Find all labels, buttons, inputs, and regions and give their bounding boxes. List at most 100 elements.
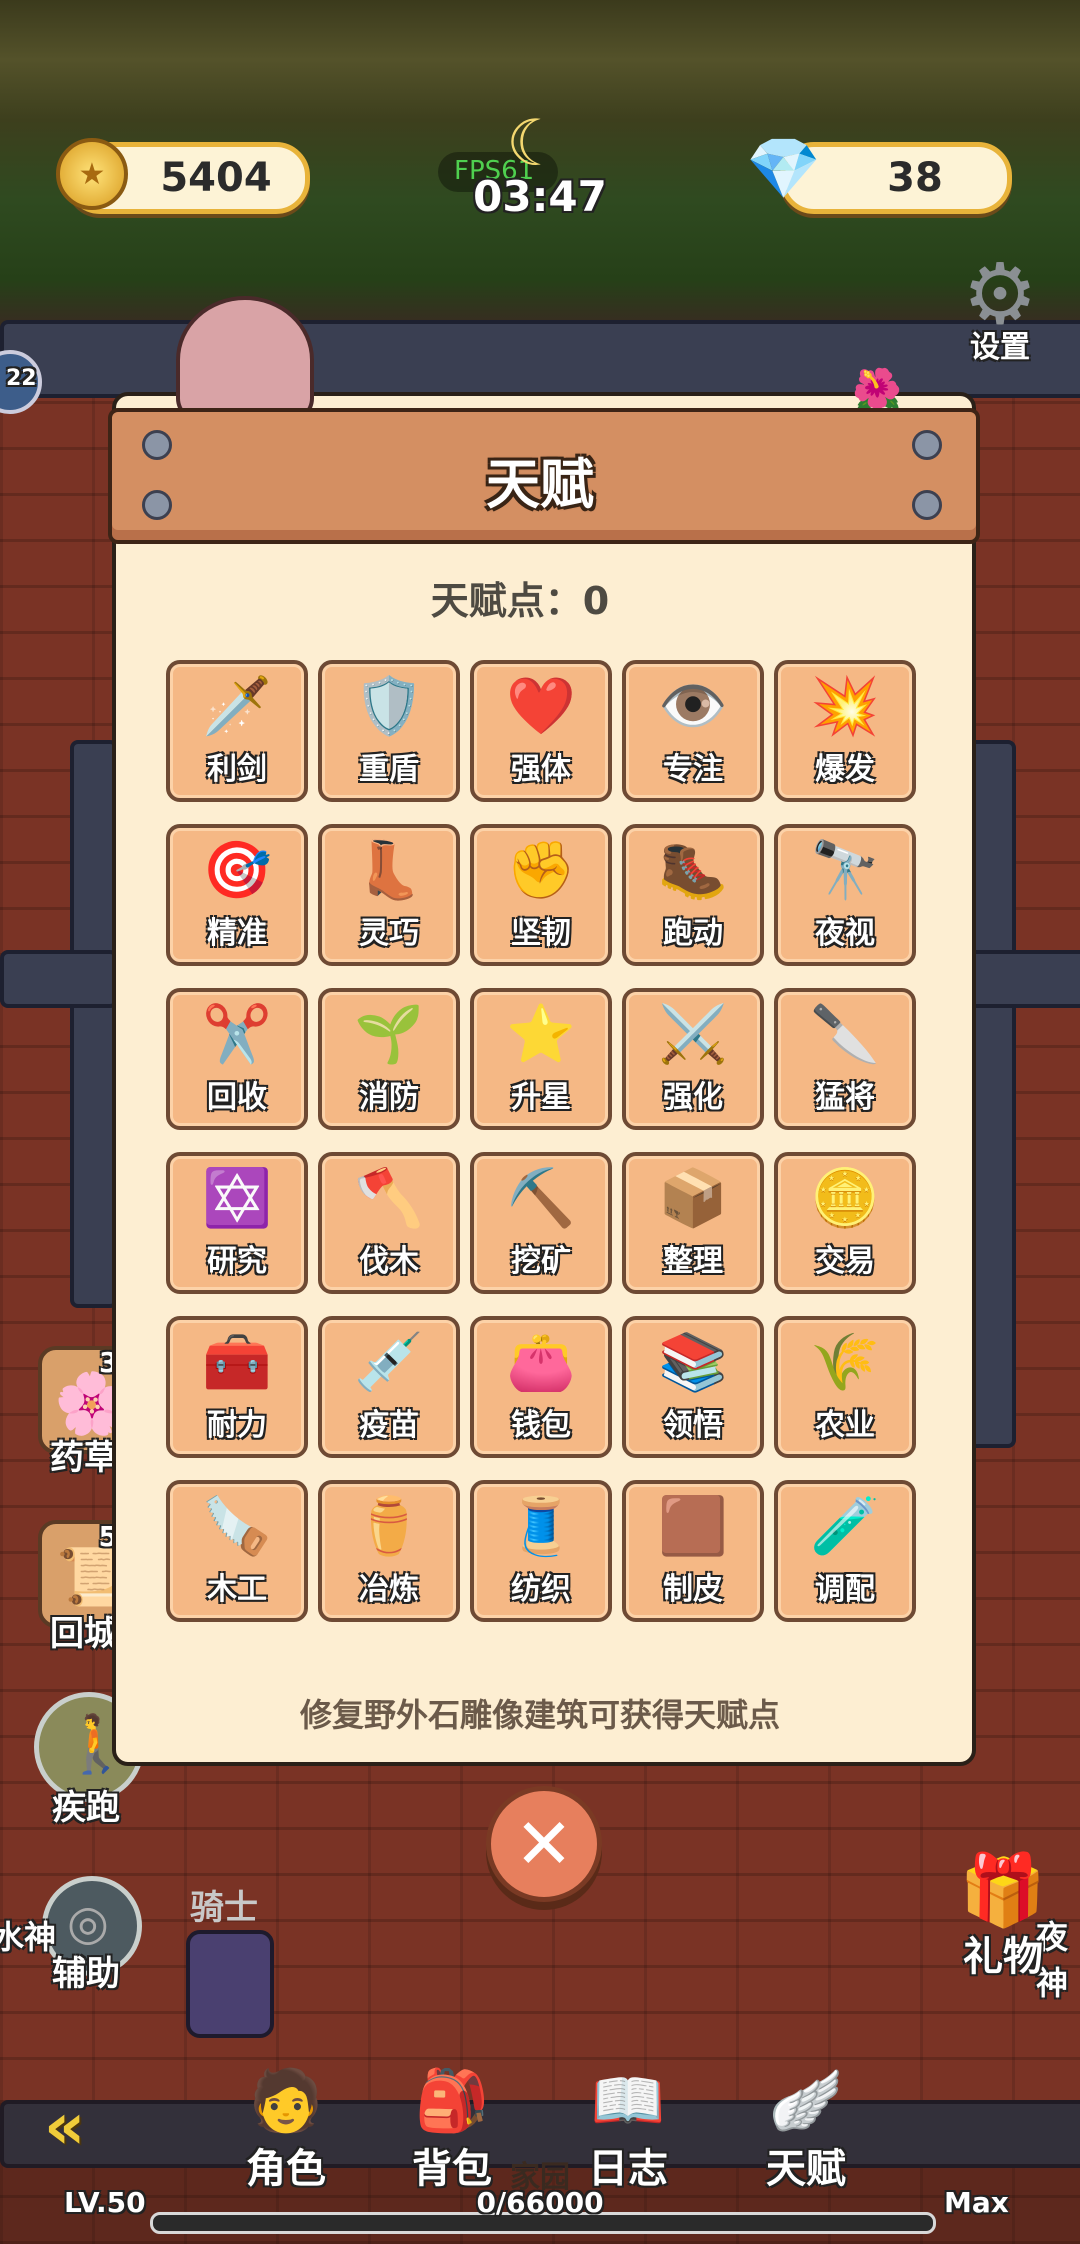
talent-icon: 💥 (810, 674, 880, 739)
talent-tile[interactable]: 🪓 伐木 (318, 1152, 460, 1294)
talent-tile[interactable]: ✡️ 研究 (166, 1152, 308, 1294)
talent-tile[interactable]: 🔪 猛将 (774, 988, 916, 1130)
talent-label: 疫苗 (359, 1408, 419, 1443)
talent-icon: 🥾 (658, 838, 728, 903)
talent-icon: 🔭 (810, 838, 880, 903)
nav-journal[interactable]: 📖 日志 (568, 2066, 688, 2194)
talent-tile[interactable]: ⚱️ 冶炼 (318, 1480, 460, 1622)
winged-shield-icon: 🪽 (768, 2066, 844, 2136)
talent-tile[interactable]: 🔭 夜视 (774, 824, 916, 966)
talent-tile[interactable]: 💥 爆发 (774, 660, 916, 802)
nav-backpack[interactable]: 🎒 背包 (392, 2066, 512, 2194)
talent-tile[interactable]: 🗡️ 利剑 (166, 660, 308, 802)
talent-icon: 🪓 (354, 1166, 424, 1231)
gift-box-icon: 🎁 (959, 1849, 1047, 1931)
talent-tile[interactable]: 📦 整理 (622, 1152, 764, 1294)
talent-label: 木工 (207, 1572, 267, 1607)
dialog-title: 天赋 (486, 453, 594, 516)
talent-label: 升星 (511, 1080, 571, 1115)
talent-icon: 👢 (354, 838, 424, 903)
talent-points: 天赋点：0 (430, 579, 610, 623)
talent-label: 夜视 (815, 916, 875, 951)
nav-talent[interactable]: 🪽 天赋 (746, 2066, 866, 2194)
left-edge-badge-value: 22 (6, 366, 37, 391)
stone-wall-left-ledge (0, 950, 118, 1008)
talent-tile[interactable]: 🪙 交易 (774, 1152, 916, 1294)
talent-label: 跑动 (663, 916, 723, 951)
talent-icon: ❤️ (506, 674, 576, 739)
talent-label: 整理 (663, 1244, 723, 1279)
level-label: LV.50 (64, 2186, 146, 2219)
talent-tile[interactable]: 🪚 木工 (166, 1480, 308, 1622)
talent-tile[interactable]: 🎯 精准 (166, 824, 308, 966)
talent-tile[interactable]: 👢 灵巧 (318, 824, 460, 966)
talent-icon: 🗡️ (202, 674, 272, 739)
talent-tile[interactable]: ✂️ 回收 (166, 988, 308, 1130)
sprint-label: 疾跑 (52, 1788, 120, 1828)
talent-icon: 🪙 (810, 1166, 880, 1231)
gift-button[interactable]: 🎁 礼物 (948, 1850, 1058, 1982)
talent-icon: ⚱️ (354, 1494, 424, 1559)
talent-label: 灵巧 (359, 916, 419, 951)
talent-tile[interactable]: ⚔️ 强化 (622, 988, 764, 1130)
talent-grid: 🗡️ 利剑 🛡️ 重盾 ❤️ 强体 👁️ 专注 💥 爆发 🎯 精准 👢 灵巧 ✊ 坚韧 🥾 跑动 🔭 夜视 ✂️ 回收 🌱 消… (166, 660, 916, 1622)
talent-tile[interactable]: ✊ 坚韧 (470, 824, 612, 966)
knight-name-label: 骑士 (190, 1888, 258, 1928)
stone-wall-right-ledge (968, 950, 1080, 1008)
talent-icon: 🧵 (506, 1494, 576, 1559)
knight-character[interactable] (186, 1930, 274, 2038)
gamepad-icon: ◎ (67, 1895, 109, 1951)
talent-icon: 🌾 (810, 1330, 880, 1395)
talent-icon: 🧪 (810, 1494, 880, 1559)
talent-tile[interactable]: ⛏️ 挖矿 (470, 1152, 612, 1294)
backpack-icon: 🎒 (414, 2066, 490, 2136)
talent-tile[interactable]: ⭐ 升星 (470, 988, 612, 1130)
talent-tile[interactable]: 👁️ 专注 (622, 660, 764, 802)
talent-label: 猛将 (815, 1080, 875, 1115)
talent-label: 专注 (663, 752, 723, 787)
talent-label: 农业 (815, 1408, 875, 1443)
talent-label: 耐力 (207, 1408, 267, 1443)
talent-tile[interactable]: 💉 疫苗 (318, 1316, 460, 1458)
talent-tile[interactable]: 📚 领悟 (622, 1316, 764, 1458)
talent-tile[interactable]: 🧵 纺织 (470, 1480, 612, 1622)
talent-label: 精准 (207, 916, 267, 951)
talent-label: 伐木 (359, 1244, 419, 1279)
talent-hint: 修复野外石雕像建筑可获得天赋点 (299, 1696, 780, 1734)
talent-label: 利剑 (207, 752, 267, 787)
game-clock: 03:47 (473, 172, 607, 221)
gold-value: 5404 (160, 155, 272, 201)
nav-character-label: 角色 (246, 2146, 326, 2192)
talent-tile[interactable]: 🧰 耐力 (166, 1316, 308, 1458)
talent-icon: 🟫 (658, 1494, 728, 1559)
talent-tile[interactable]: 🧪 调配 (774, 1480, 916, 1622)
talent-tile[interactable]: 🥾 跑动 (622, 824, 764, 966)
talent-icon: 👁️ (658, 674, 728, 739)
talent-tile[interactable]: 🟫 制皮 (622, 1480, 764, 1622)
return-label: 回城 (50, 1614, 118, 1654)
nav-talent-label: 天赋 (766, 2146, 846, 2192)
talent-label: 调配 (815, 1572, 875, 1607)
close-button[interactable]: ✕ (486, 1786, 602, 1902)
stone-wall-top (0, 320, 1080, 398)
talent-icon: ⭐ (506, 1002, 576, 1067)
talent-icon: ⚔️ (658, 1002, 728, 1067)
talent-tile[interactable]: 🌾 农业 (774, 1316, 916, 1458)
gold-coin-icon: ★ (56, 138, 128, 210)
talent-tile[interactable]: ❤️ 强体 (470, 660, 612, 802)
talent-tile[interactable]: 🌱 消防 (318, 988, 460, 1130)
xp-progress-text: 0/66000 (476, 2186, 604, 2219)
talent-label: 挖矿 (511, 1244, 571, 1279)
talent-label: 消防 (359, 1080, 419, 1115)
talent-icon: ⛏️ (506, 1166, 576, 1231)
character-portrait-icon: 🧑 (248, 2066, 324, 2136)
talent-tile[interactable]: 👛 钱包 (470, 1316, 612, 1458)
settings-button[interactable]: ⚙ 设置 (950, 252, 1050, 366)
rabbit-mascot (176, 296, 314, 424)
talent-tile[interactable]: 🛡️ 重盾 (318, 660, 460, 802)
xp-max-label: Max (944, 2186, 1009, 2219)
talent-label: 制皮 (663, 1572, 723, 1607)
nav-character[interactable]: 🧑 角色 (226, 2066, 346, 2194)
back-arrows-icon[interactable]: « (44, 2090, 85, 2164)
talent-label: 重盾 (359, 752, 419, 787)
